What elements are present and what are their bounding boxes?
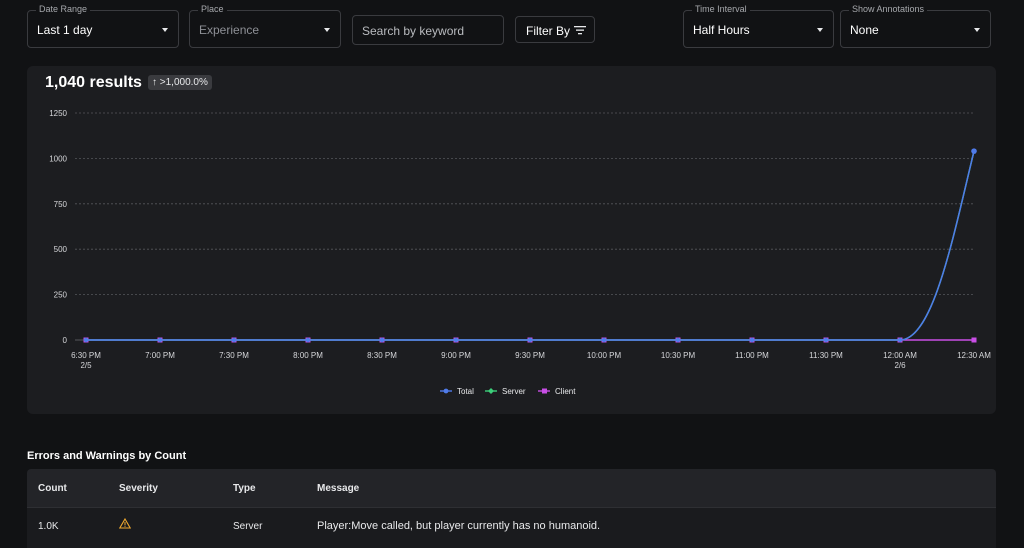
row-message: Player:Move called, but player currently… xyxy=(317,520,601,532)
place-select[interactable]: Place Experience xyxy=(189,4,341,48)
table-row[interactable]: 1.0K Server Player:Move called, but play… xyxy=(27,508,996,548)
y-tick-label: 500 xyxy=(54,245,68,254)
data-point-total xyxy=(675,337,681,343)
x-tick-label: 11:00 PM xyxy=(735,351,769,360)
filter-icon xyxy=(574,26,586,35)
legend-marker-total xyxy=(443,388,449,394)
header-count[interactable]: Count xyxy=(38,483,67,494)
data-point-total xyxy=(453,337,459,343)
show-annotations-select[interactable]: Show Annotations None xyxy=(840,4,991,48)
table-header: Count Severity Type Message xyxy=(27,469,996,508)
x-tick-label: 9:30 PM xyxy=(515,351,545,360)
errors-table: Count Severity Type Message 1.0K Server … xyxy=(27,469,996,548)
x-tick-label: 9:00 PM xyxy=(441,351,471,360)
data-point-total xyxy=(749,337,755,343)
search-placeholder: Search by keyword xyxy=(362,24,465,38)
filter-bar: Date Range Last 1 day Place Experience S… xyxy=(0,0,1024,62)
y-tick-label: 750 xyxy=(54,200,68,209)
chevron-down-icon xyxy=(162,28,168,32)
legend-label-server: Server xyxy=(502,387,526,396)
place-value: Experience xyxy=(199,23,260,37)
header-message[interactable]: Message xyxy=(317,483,359,494)
data-point-total xyxy=(157,337,163,343)
x-tick-label: 8:00 PM xyxy=(293,351,323,360)
date-range-select[interactable]: Date Range Last 1 day xyxy=(27,4,179,48)
legend-label-total: Total xyxy=(457,387,474,396)
data-point-total xyxy=(231,337,237,343)
x-tick-label: 7:00 PM xyxy=(145,351,175,360)
header-severity[interactable]: Severity xyxy=(119,483,158,494)
data-point-total xyxy=(823,337,829,343)
legend-label-client: Client xyxy=(555,387,576,396)
show-annotations-label: Show Annotations xyxy=(849,4,928,14)
errors-line-chart: 0 250 500 750 1000 1250 6:30 PM2/5 7:00 PM 7:30 … xyxy=(49,109,991,396)
y-tick-label: 1000 xyxy=(49,154,67,163)
data-point-client xyxy=(971,337,977,343)
data-point-total xyxy=(527,337,533,343)
data-point-total xyxy=(305,337,311,343)
x-tick-label: 2/5 xyxy=(80,361,92,370)
row-count: 1.0K xyxy=(38,521,59,532)
series-line-total xyxy=(86,150,975,341)
chevron-down-icon xyxy=(324,28,330,32)
table-title: Errors and Warnings by Count xyxy=(27,450,187,462)
x-tick-label: 7:30 PM xyxy=(219,351,249,360)
legend-marker-client xyxy=(542,388,547,394)
date-range-value: Last 1 day xyxy=(37,23,93,37)
x-tick-label: 6:30 PM xyxy=(71,351,101,360)
header-type[interactable]: Type xyxy=(233,483,256,494)
legend-marker-server xyxy=(488,388,494,394)
place-label: Place xyxy=(198,4,227,14)
time-interval-label: Time Interval xyxy=(692,4,750,14)
data-point-total xyxy=(897,337,903,343)
data-point-total xyxy=(971,148,977,154)
filter-by-label: Filter By xyxy=(526,24,571,38)
x-tick-label: 10:00 PM xyxy=(587,351,622,360)
x-tick-label: 12:30 AM xyxy=(957,351,991,360)
chevron-down-icon xyxy=(974,28,980,32)
series-line-server xyxy=(86,150,975,341)
time-interval-value: Half Hours xyxy=(693,23,750,37)
date-range-label: Date Range xyxy=(36,4,91,14)
x-tick-label: 10:30 PM xyxy=(661,351,696,360)
data-point-total xyxy=(83,337,89,343)
chart-card: 1,040 results ↑ >1,000.0% 0 250 500 750 1000… xyxy=(27,66,996,414)
y-tick-label: 250 xyxy=(54,291,68,300)
data-point-total xyxy=(601,337,607,343)
time-interval-select[interactable]: Time Interval Half Hours xyxy=(683,4,834,48)
chevron-down-icon xyxy=(817,28,823,32)
row-type: Server xyxy=(233,521,263,532)
data-point-total xyxy=(379,337,385,343)
x-tick-label: 11:30 PM xyxy=(809,351,843,360)
y-tick-label: 0 xyxy=(63,336,68,345)
warning-icon xyxy=(118,517,132,532)
x-tick-label: 8:30 PM xyxy=(367,351,397,360)
x-tick-label: 2/6 xyxy=(894,361,906,370)
search-input[interactable]: Search by keyword xyxy=(352,15,504,45)
filter-by-button[interactable]: Filter By xyxy=(515,16,595,43)
x-tick-label: 12:00 AM xyxy=(883,351,917,360)
show-annotations-value: None xyxy=(850,23,879,37)
y-tick-label: 1250 xyxy=(49,109,67,118)
